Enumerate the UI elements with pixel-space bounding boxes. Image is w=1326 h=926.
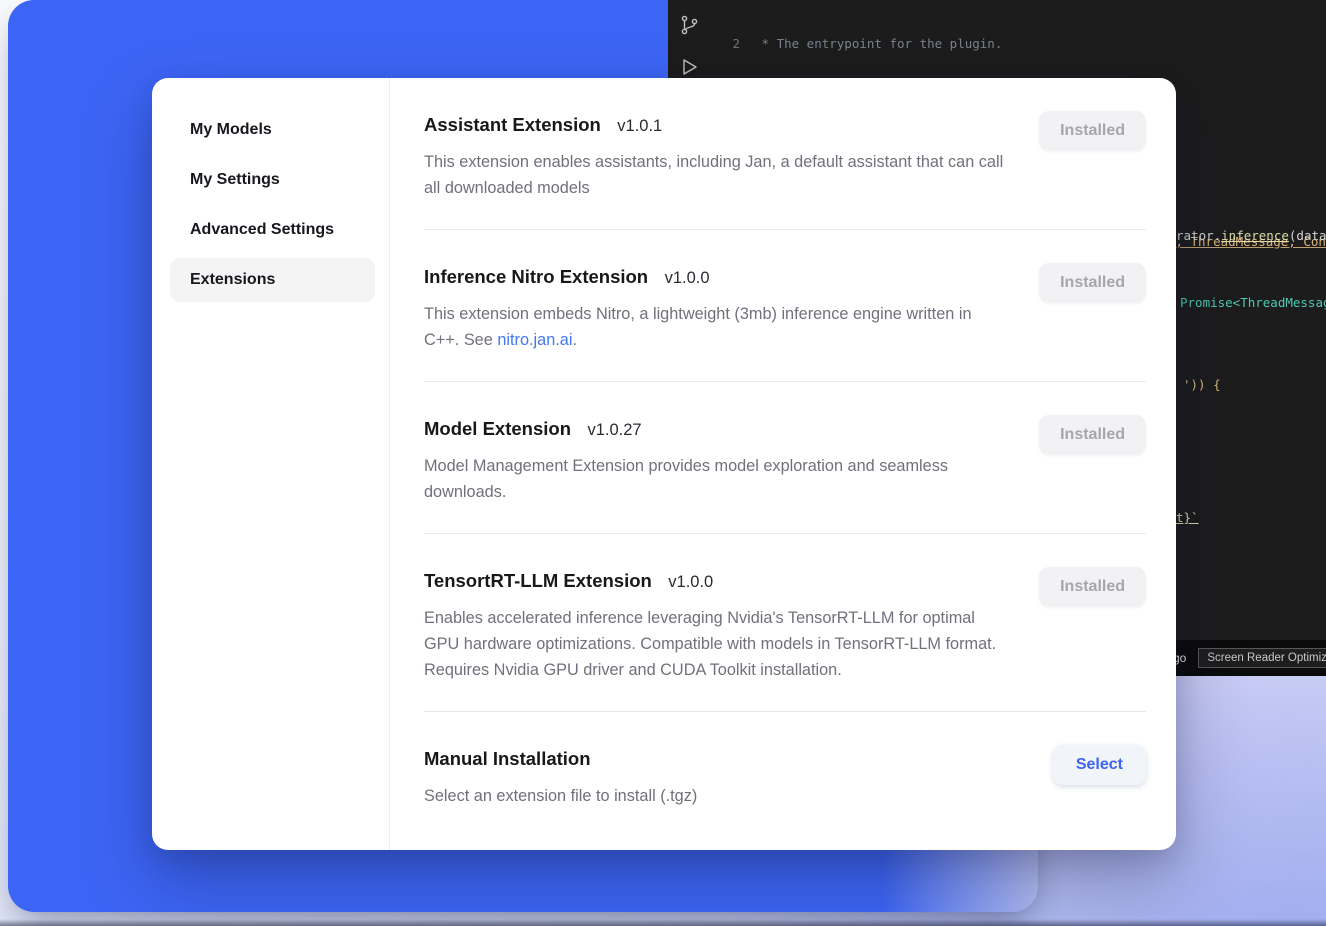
line-number: 2 [716,36,740,53]
installed-button[interactable]: Installed [1039,567,1146,607]
nitro-jan-ai-link[interactable]: nitro.jan.ai [497,331,572,349]
extension-row-assistant: Assistant Extension v1.0.1 This extensio… [424,78,1146,230]
installed-button[interactable]: Installed [1039,111,1146,151]
description-text: . [572,331,577,349]
code-text: rator. [1176,228,1221,243]
extension-row-model: Model Extension v1.0.27 Model Management… [424,382,1146,534]
sidebar-item-label: Advanced Settings [190,221,334,239]
code-text: t}` [1176,510,1199,525]
extension-description: Model Management Extension provides mode… [424,453,1009,505]
extension-info: TensortRT-LLM Extension v1.0.0 Enables a… [424,567,1009,683]
extension-info: Model Extension v1.0.27 Model Management… [424,415,1009,505]
extension-description: This extension embeds Nitro, a lightweig… [424,301,1009,353]
extension-description: Enables accelerated inference leveraging… [424,605,1009,683]
sidebar-item-label: My Settings [190,171,280,189]
extension-description: This extension enables assistants, inclu… [424,149,1009,201]
extension-title: Assistant Extension [424,114,601,135]
extension-version: v1.0.0 [665,269,710,287]
code-fragment: Promise<ThreadMessage> [1180,295,1326,310]
extension-version: v1.0.1 [617,117,662,135]
extension-title: Manual Installation [424,748,591,769]
extensions-list: Assistant Extension v1.0.1 This extensio… [390,78,1176,850]
code-fragment: t}` [1176,510,1199,525]
sidebar-item-label: Extensions [190,271,275,289]
extension-heading: Manual Installation [424,745,697,775]
settings-modal: My Models My Settings Advanced Settings … [152,78,1176,850]
extension-row-inference-nitro: Inference Nitro Extension v1.0.0 This ex… [424,230,1146,382]
code-line: 2 * The entrypoint for the plugin. [716,36,1326,53]
sidebar-item-my-models[interactable]: My Models [170,108,375,152]
extension-version: v1.0.0 [668,573,713,591]
extension-info: Manual Installation Select an extension … [424,745,697,809]
screen-reader-chip[interactable]: Screen Reader Optimize [1198,648,1326,668]
source-control-icon[interactable] [678,14,700,36]
extension-description: Select an extension file to install (.tg… [424,783,697,809]
extension-title: TensortRT-LLM Extension [424,570,652,591]
code-fragment: ')) { [1183,377,1221,392]
installed-button[interactable]: Installed [1039,415,1146,455]
sidebar-item-my-settings[interactable]: My Settings [170,158,375,202]
select-file-button[interactable]: Select [1053,745,1146,785]
extension-heading: TensortRT-LLM Extension v1.0.0 [424,567,1009,597]
installed-button[interactable]: Installed [1039,263,1146,303]
extension-version: v1.0.27 [587,421,641,439]
extension-title: Model Extension [424,418,571,439]
extension-title: Inference Nitro Extension [424,266,648,287]
settings-sidebar: My Models My Settings Advanced Settings … [152,78,390,850]
extension-row-tensorrt-llm: TensortRT-LLM Extension v1.0.0 Enables a… [424,534,1146,712]
run-debug-icon[interactable] [678,56,700,78]
code-fragment: rator.inference(data)); [1176,228,1326,243]
code-text: inference [1221,228,1289,243]
code-text: (data)); [1289,228,1326,243]
extension-heading: Assistant Extension v1.0.1 [424,111,1009,141]
extension-info: Assistant Extension v1.0.1 This extensio… [424,111,1009,201]
extension-heading: Inference Nitro Extension v1.0.0 [424,263,1009,293]
extension-info: Inference Nitro Extension v1.0.0 This ex… [424,263,1009,353]
code-text: ')) { [1183,377,1221,392]
sidebar-item-advanced-settings[interactable]: Advanced Settings [170,208,375,252]
extension-heading: Model Extension v1.0.27 [424,415,1009,445]
sidebar-item-extensions[interactable]: Extensions [170,258,375,302]
sidebar-item-label: My Models [190,121,272,139]
extension-row-manual-installation: Manual Installation Select an extension … [424,712,1146,837]
code-text: Promise<ThreadMessage> [1180,295,1326,310]
code-text: * The entrypoint for the plugin. [754,36,1002,51]
